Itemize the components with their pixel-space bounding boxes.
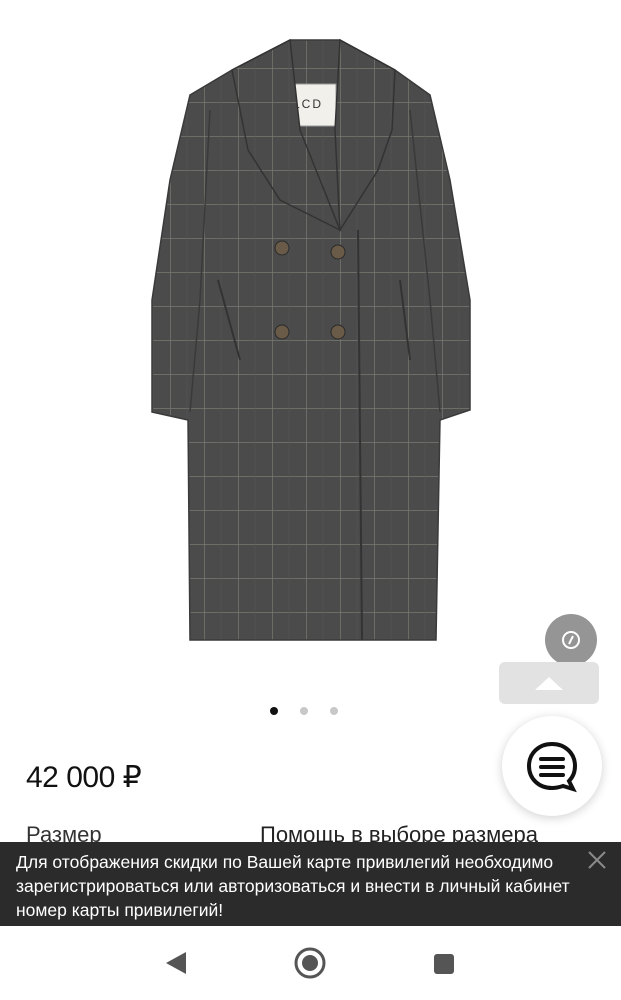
arrow-up-icon [535,677,563,690]
carousel-indicator [270,704,350,718]
notice-text: Для отображения скидки по Вашей карте пр… [16,852,570,920]
chat-button[interactable] [502,716,602,816]
compass-icon [562,631,580,649]
compass-button[interactable] [545,614,597,666]
carousel-dot[interactable] [330,707,338,715]
coat-image: LCD [151,38,471,641]
back-icon[interactable] [164,950,188,976]
scroll-top-button[interactable] [499,662,599,704]
product-image[interactable]: LCD [0,0,621,690]
carousel-dot[interactable] [270,707,278,715]
product-price: 42 000 ₽ [26,761,142,794]
chat-icon [526,741,578,793]
recents-icon[interactable] [432,952,456,976]
discount-notice-banner: Для отображения скидки по Вашей карте пр… [0,842,621,926]
close-icon[interactable] [585,848,609,872]
carousel-dot[interactable] [300,707,308,715]
home-icon[interactable] [293,946,327,980]
